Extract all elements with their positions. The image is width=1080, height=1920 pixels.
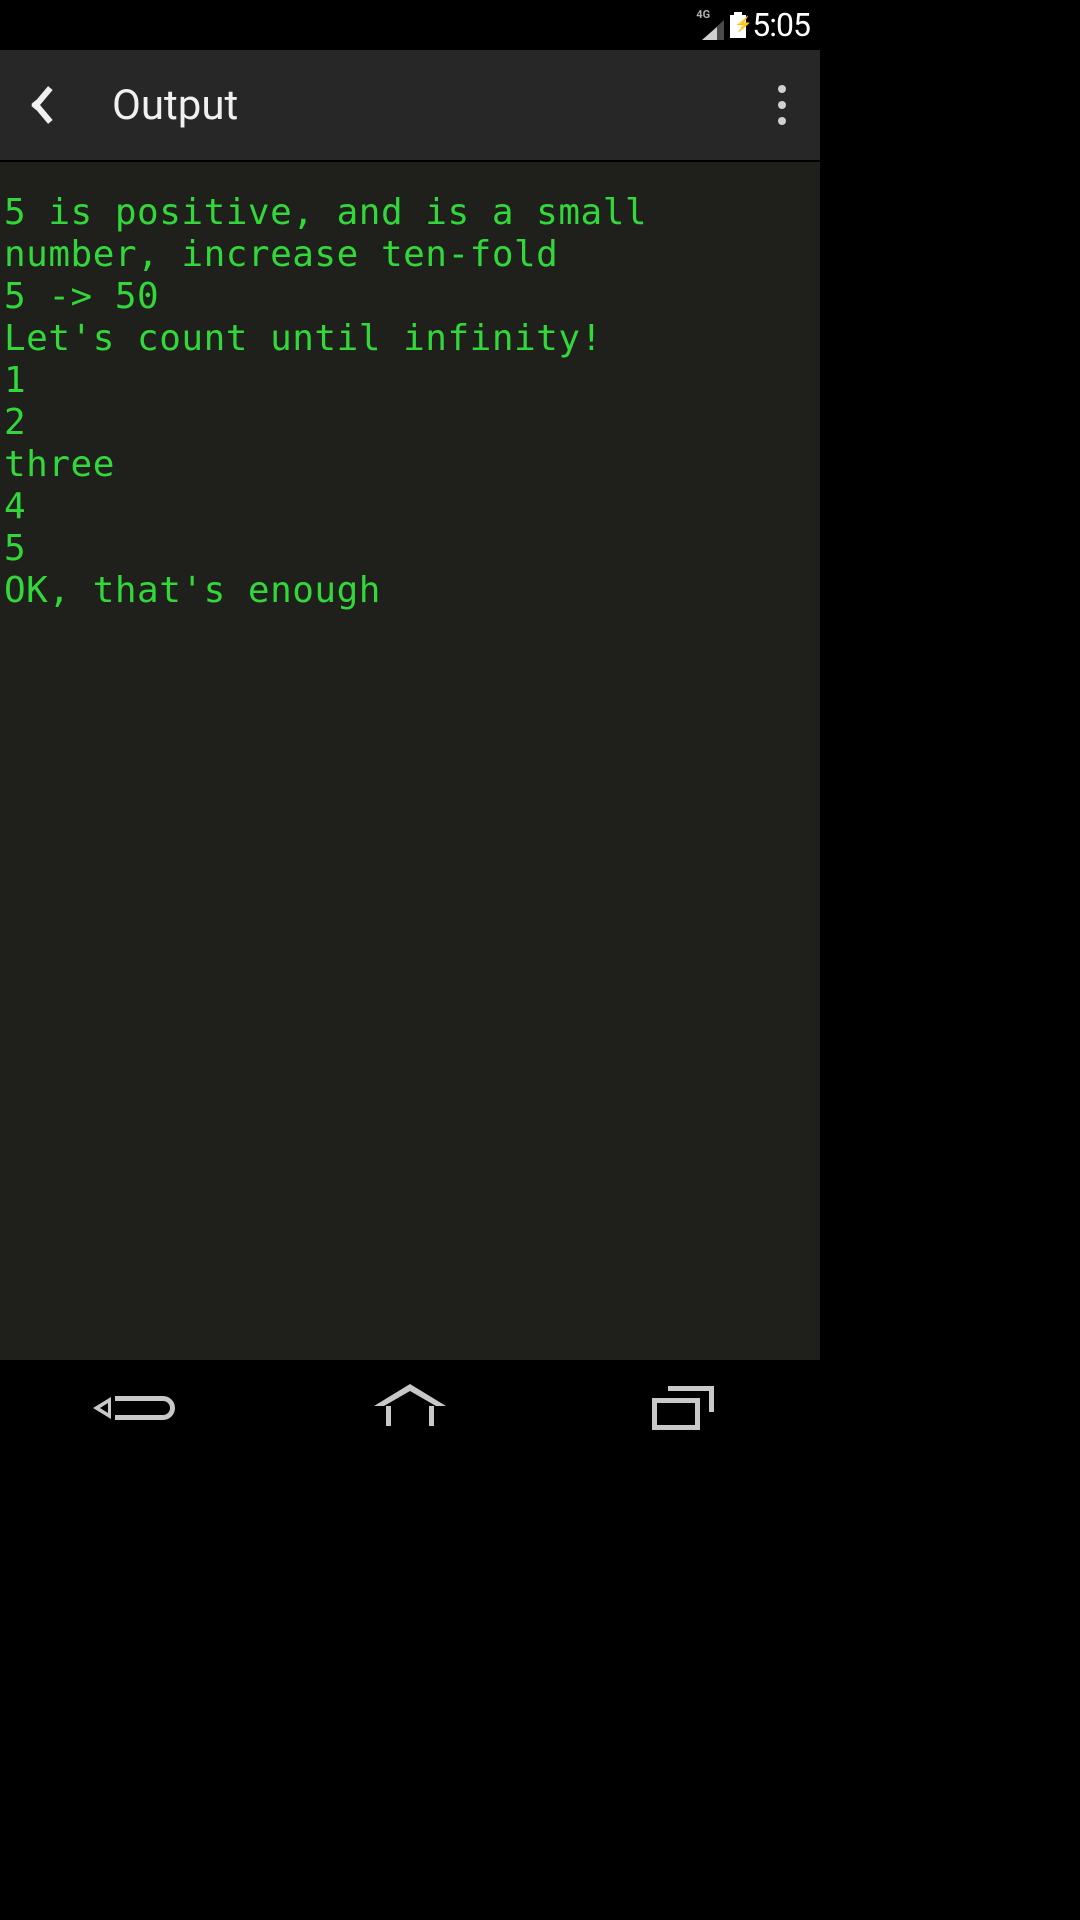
overflow-menu-button[interactable] [762, 75, 802, 135]
status-bar: 4G ⚡ 5:05 [0, 0, 820, 50]
nav-home-button[interactable] [340, 1378, 480, 1438]
status-time: 5:05 [752, 6, 810, 44]
battery-charging-icon: ⚡ [730, 12, 746, 38]
back-button[interactable] [20, 80, 62, 130]
system-navigation-bar [0, 1360, 820, 1456]
chevron-left-icon [31, 87, 51, 123]
nav-home-icon [380, 1390, 440, 1426]
nav-recent-icon [652, 1386, 714, 1430]
console-output-text: 5 is positive, and is a small number, in… [4, 192, 816, 612]
action-bar: Output [0, 50, 820, 162]
console-content-area: 5 is positive, and is a small number, in… [0, 162, 820, 1360]
nav-recent-button[interactable] [613, 1378, 753, 1438]
nav-back-button[interactable] [67, 1378, 207, 1438]
nav-back-icon [99, 1388, 175, 1428]
page-title: Output [112, 81, 238, 130]
network-signal-icon: 4G [696, 10, 724, 40]
